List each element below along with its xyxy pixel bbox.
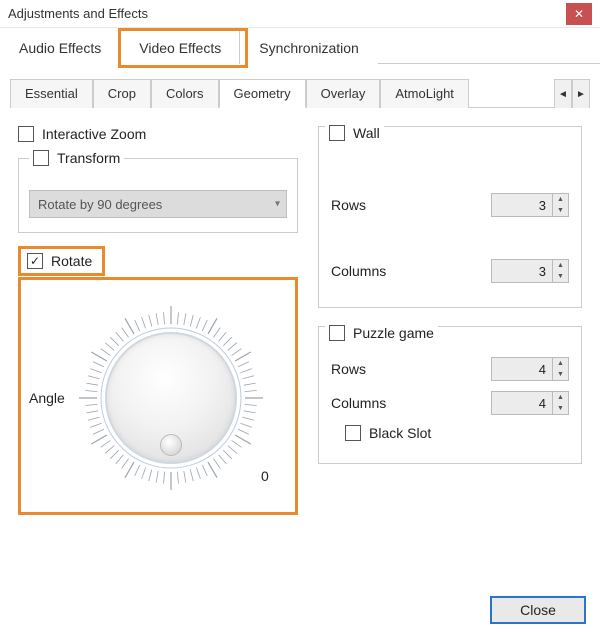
sub-tabs-wrap: Essential Crop Colors Geometry Overlay A… [0,64,600,108]
subtab-scroll-right[interactable]: ► [572,79,590,108]
rotate-label: Rotate [51,253,92,269]
wall-group: Wall Rows 3 ▲ ▼ Columns [318,126,582,308]
wall-cols-spinner[interactable]: 3 ▲ ▼ [491,259,569,283]
chevron-down-icon: ▾ [275,199,280,210]
subtab-essential[interactable]: Essential [10,79,93,108]
black-slot-label: Black Slot [369,425,431,441]
tab-video-effects[interactable]: Video Effects [120,29,240,64]
transform-group: Transform Rotate by 90 degrees ▾ [18,150,298,233]
rotate-section: Rotate Angle 0 [18,249,298,515]
interactive-zoom-row: Interactive Zoom [18,126,298,142]
transform-dropdown-value: Rotate by 90 degrees [38,197,162,212]
angle-dial[interactable]: 0 [71,298,271,498]
subtab-geometry[interactable]: Geometry [219,79,306,108]
puzzle-cols-value: 4 [492,392,552,414]
wall-cols-down[interactable]: ▼ [553,271,568,282]
wall-rows-label: Rows [331,197,366,213]
close-button-label: Close [520,602,556,618]
window-title: Adjustments and Effects [8,6,148,21]
black-slot-checkbox[interactable] [345,425,361,441]
wall-cols-value: 3 [492,260,552,282]
subtab-atmolight[interactable]: AtmoLight [380,79,469,108]
wall-cols-label: Columns [331,263,386,279]
wall-cols-up[interactable]: ▲ [553,260,568,271]
puzzle-group: Puzzle game Rows 4 ▲ ▼ Columns 4 [318,326,582,464]
interactive-zoom-checkbox[interactable] [18,126,34,142]
rotate-checkbox[interactable] [27,253,43,269]
puzzle-rows-label: Rows [331,361,366,377]
dial-knob[interactable] [105,332,237,464]
puzzle-checkbox[interactable] [329,325,345,341]
puzzle-rows-value: 4 [492,358,552,380]
wall-checkbox[interactable] [329,125,345,141]
transform-label: Transform [57,150,120,166]
puzzle-cols-label: Columns [331,395,386,411]
highlight-angle-dial: Angle 0 [18,277,298,515]
angle-label: Angle [29,390,65,406]
subtab-colors[interactable]: Colors [151,79,219,108]
subtab-overlay[interactable]: Overlay [306,79,381,108]
tab-synchronization[interactable]: Synchronization [240,29,378,64]
dial-zero-label: 0 [261,468,269,484]
wall-label: Wall [353,125,380,141]
wall-rows-up[interactable]: ▲ [553,194,568,205]
subtab-crop[interactable]: Crop [93,79,151,108]
chevron-right-icon: ► [576,89,586,100]
tab-audio-effects[interactable]: Audio Effects [0,29,120,64]
chevron-left-icon: ◄ [558,89,568,100]
puzzle-label: Puzzle game [353,325,434,341]
wall-rows-value: 3 [492,194,552,216]
subtab-scroll-left[interactable]: ◄ [554,79,572,108]
main-tabs: Audio Effects Video Effects Synchronizat… [0,28,600,64]
transform-dropdown[interactable]: Rotate by 90 degrees ▾ [29,190,287,218]
titlebar: Adjustments and Effects ✕ [0,0,600,28]
close-button[interactable]: Close [490,596,586,624]
right-column: Wall Rows 3 ▲ ▼ Columns [318,126,582,515]
transform-checkbox[interactable] [33,150,49,166]
close-icon: ✕ [574,8,584,20]
interactive-zoom-label: Interactive Zoom [42,126,146,142]
puzzle-rows-up[interactable]: ▲ [553,358,568,369]
dial-indicator [160,434,182,456]
window-close-button[interactable]: ✕ [566,3,592,25]
puzzle-rows-spinner[interactable]: 4 ▲ ▼ [491,357,569,381]
puzzle-cols-up[interactable]: ▲ [553,392,568,403]
geometry-panel: Interactive Zoom Transform Rotate by 90 … [0,108,600,515]
wall-rows-spinner[interactable]: 3 ▲ ▼ [491,193,569,217]
sub-tabs: Essential Crop Colors Geometry Overlay A… [10,78,590,108]
wall-rows-down[interactable]: ▼ [553,205,568,216]
dialog-window: Adjustments and Effects ✕ Audio Effects … [0,0,600,632]
dialog-footer: Close [490,596,586,624]
puzzle-cols-spinner[interactable]: 4 ▲ ▼ [491,391,569,415]
left-column: Interactive Zoom Transform Rotate by 90 … [18,126,298,515]
puzzle-cols-down[interactable]: ▼ [553,403,568,414]
highlight-rotate-checkbox: Rotate [18,246,105,276]
puzzle-rows-down[interactable]: ▼ [553,369,568,380]
